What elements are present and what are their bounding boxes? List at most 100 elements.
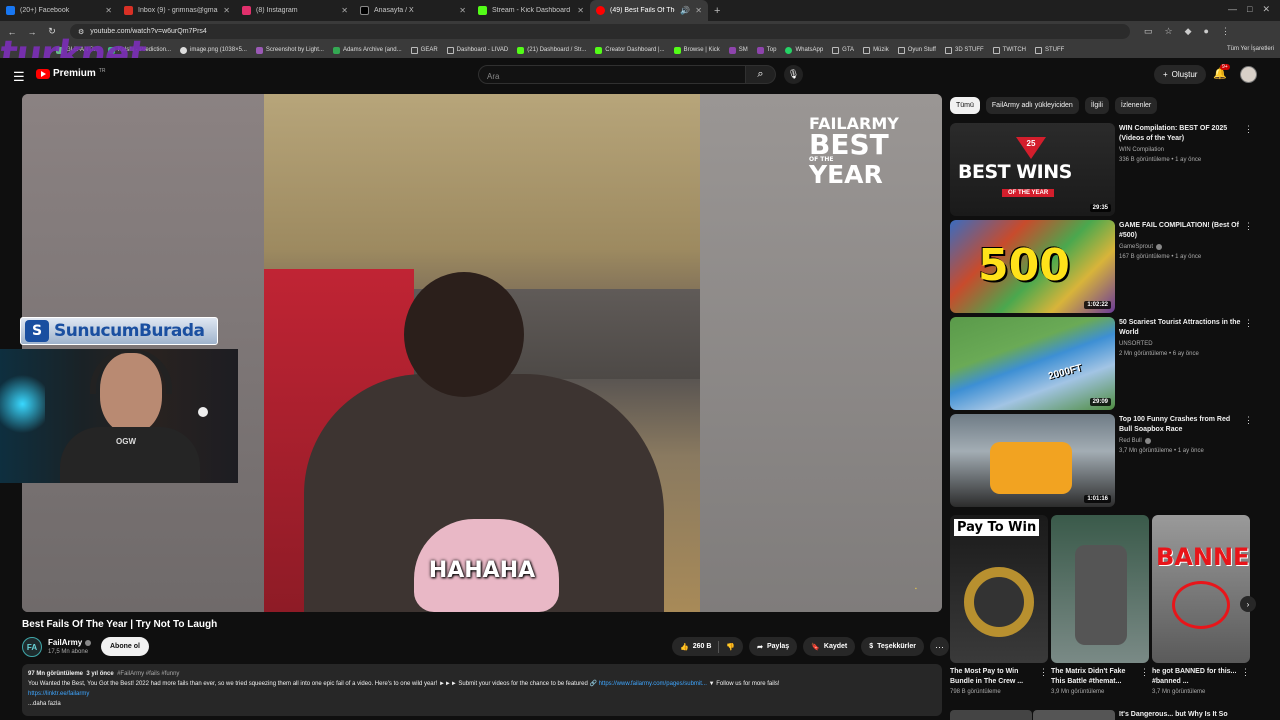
rec-channel[interactable]: Red Bull bbox=[1119, 438, 1151, 444]
share-button[interactable]: ➦ Paylaş bbox=[749, 637, 798, 656]
more-options-icon[interactable]: ⋮ bbox=[1140, 667, 1149, 678]
recommendation-item[interactable]: 1:01:16 Top 100 Funny Crashes from Red B… bbox=[950, 414, 1260, 508]
bookmark-item[interactable]: (21) Dashboard / Str... bbox=[517, 46, 586, 54]
bookmark-item[interactable]: Browse | Kick bbox=[673, 46, 720, 54]
next-rec-thumbnail[interactable] bbox=[950, 710, 1032, 720]
close-tab-icon[interactable]: ✕ bbox=[105, 6, 112, 15]
youtube-logo[interactable]: Premium TR bbox=[36, 68, 105, 79]
recommendation-item[interactable]: 500 1:02:22 GAME FAIL COMPILATION! (Best… bbox=[950, 220, 1260, 314]
short-info[interactable]: The Matrix Didn't Fake This Battle #them… bbox=[1051, 667, 1149, 695]
submit-link[interactable]: https://www.failarmy.com/pages/submit... bbox=[599, 681, 707, 687]
next-rec-thumbnail[interactable] bbox=[1033, 710, 1115, 720]
cast-icon[interactable]: ▭ bbox=[1144, 26, 1153, 37]
thanks-button[interactable]: $ Teşekkürler bbox=[861, 637, 924, 656]
rec-title[interactable]: WIN Compilation: BEST OF 2025 (Videos of… bbox=[1119, 124, 1241, 144]
voice-search-button[interactable]: 🎙 bbox=[784, 65, 803, 84]
short-thumbnail[interactable] bbox=[1051, 515, 1149, 663]
hashtags[interactable]: #FailArmy #fails #funny bbox=[117, 671, 179, 677]
bookmark-item[interactable]: WhatsApp bbox=[785, 46, 823, 54]
rec-channel[interactable]: UNSORTED bbox=[1119, 341, 1153, 347]
bookmark-item[interactable]: Adams Archive (and... bbox=[332, 46, 402, 54]
close-tab-icon[interactable]: ✕ bbox=[695, 6, 702, 15]
extension-icon[interactable]: ◆ bbox=[1185, 26, 1192, 37]
recommendation-item[interactable]: 25 BEST WINS OF THE YEAR 29:35 WIN Compi… bbox=[950, 123, 1260, 217]
rec-channel[interactable]: GameSprout bbox=[1119, 244, 1163, 250]
rec-title[interactable]: 50 Scariest Tourist Attractions in the W… bbox=[1119, 318, 1241, 338]
more-options-icon[interactable]: ⋮ bbox=[1241, 667, 1250, 678]
rec-title[interactable]: GAME FAIL COMPILATION! (Best Of #500) bbox=[1119, 221, 1241, 241]
browser-tab[interactable]: Stream - Kick Dashboard ✕ bbox=[472, 0, 590, 21]
more-options-icon[interactable]: ⋮ bbox=[1244, 318, 1253, 329]
recommendation-item[interactable]: 2000FT 29:09 50 Scariest Tourist Attract… bbox=[950, 317, 1260, 411]
bookmark-folder[interactable]: GTA bbox=[832, 46, 854, 54]
short-thumbnail[interactable]: Pay To Win bbox=[950, 515, 1048, 663]
create-button[interactable]: + Oluştur bbox=[1154, 65, 1207, 84]
close-tab-icon[interactable]: ✕ bbox=[223, 6, 230, 15]
bookmark-folder[interactable]: Müzik bbox=[863, 46, 889, 54]
bookmark-folder[interactable]: STUFF bbox=[1034, 46, 1064, 54]
more-options-icon[interactable]: ⋮ bbox=[1244, 415, 1253, 426]
all-bookmarks[interactable]: Tüm Yer İşaretleri bbox=[1227, 46, 1274, 52]
close-tab-icon[interactable]: ✕ bbox=[341, 6, 348, 15]
audio-icon[interactable]: 🔊 bbox=[680, 6, 690, 15]
bookmark-star-icon[interactable]: ☆ bbox=[1165, 26, 1173, 37]
browser-tab[interactable]: (20+) Facebook ✕ bbox=[0, 0, 118, 21]
short-info[interactable]: he got BANNED for this... #banned ... 3,… bbox=[1152, 667, 1250, 695]
browser-tab-active[interactable]: (49) Best Fails Of The Year 🔊 ✕ bbox=[590, 0, 708, 21]
chip-related[interactable]: İlgili bbox=[1084, 97, 1109, 114]
hamburger-menu-icon[interactable]: ☰ bbox=[13, 69, 25, 85]
chip-all[interactable]: Tümü bbox=[950, 97, 980, 114]
menu-icon[interactable]: ⋮ bbox=[1221, 26, 1230, 37]
search-input[interactable] bbox=[479, 68, 745, 85]
show-more-link[interactable]: ...daha fazla bbox=[28, 701, 61, 707]
description-box[interactable]: 97 Mn görüntüleme 3 yıl önce #FailArmy #… bbox=[22, 664, 942, 716]
save-button[interactable]: 🔖 Kaydet bbox=[803, 637, 856, 656]
browser-tab[interactable]: (8) Instagram ✕ bbox=[236, 0, 354, 21]
chip-from-uploader[interactable]: FailArmy adlı yükleyiciden bbox=[985, 97, 1079, 114]
search-button[interactable]: ⌕ bbox=[746, 65, 776, 84]
close-tab-icon[interactable]: ✕ bbox=[577, 6, 584, 15]
bookmark-item[interactable]: SM bbox=[728, 46, 748, 54]
short-title[interactable]: he got BANNED for this... #banned ... bbox=[1152, 667, 1240, 687]
channel-avatar[interactable]: FA bbox=[22, 637, 42, 657]
bookmark-folder[interactable]: Dashboard - LIVAD bbox=[446, 46, 508, 54]
shorts-next-arrow-icon[interactable]: › bbox=[1240, 596, 1256, 612]
linktree-link[interactable]: https://linktr.ee/failarmy bbox=[28, 691, 89, 697]
bookmark-item[interactable]: Top bbox=[756, 46, 776, 54]
more-options-icon[interactable]: ⋮ bbox=[1039, 667, 1048, 678]
video-thumbnail[interactable]: 25 BEST WINS OF THE YEAR 29:35 bbox=[950, 123, 1115, 216]
bookmark-item[interactable]: Creator Dashboard |... bbox=[595, 46, 665, 54]
more-options-icon[interactable]: ⋮ bbox=[1244, 221, 1253, 232]
dislike-icon[interactable]: 👎 bbox=[726, 643, 735, 651]
subscribe-button[interactable]: Abone ol bbox=[101, 637, 149, 656]
short-thumbnail[interactable]: BANNED bbox=[1152, 515, 1250, 663]
address-bar[interactable]: ⚙ youtube.com/watch?v=w6urQm7Prs4 bbox=[70, 24, 1130, 39]
minimize-icon[interactable]: — bbox=[1228, 4, 1237, 15]
short-title[interactable]: The Matrix Didn't Fake This Battle #them… bbox=[1051, 667, 1139, 687]
video-thumbnail[interactable]: 2000FT 29:09 bbox=[950, 317, 1115, 410]
more-options-icon[interactable]: ⋮ bbox=[1244, 124, 1253, 135]
browser-tab[interactable]: Anasayfa / X ✕ bbox=[354, 0, 472, 21]
next-rec-title[interactable]: It's Dangerous... but Why Is It So bbox=[1119, 711, 1228, 718]
video-thumbnail[interactable]: 500 1:02:22 bbox=[950, 220, 1115, 313]
like-count[interactable]: 260 B bbox=[693, 643, 712, 650]
account-avatar[interactable] bbox=[1240, 66, 1257, 83]
bookmark-folder[interactable]: 3D STUFF bbox=[944, 46, 984, 54]
rec-title[interactable]: Top 100 Funny Crashes from Red Bull Soap… bbox=[1119, 415, 1241, 435]
bookmark-folder[interactable]: Oyun Stuff bbox=[897, 46, 936, 54]
channel-name[interactable]: FailArmy bbox=[48, 638, 92, 647]
short-info[interactable]: The Most Pay to Win Bundle in The Crew .… bbox=[950, 667, 1048, 695]
bookmark-folder[interactable]: GEAR bbox=[410, 46, 438, 54]
video-thumbnail[interactable]: 1:01:16 bbox=[950, 414, 1115, 507]
rec-channel[interactable]: WIN Compilation bbox=[1119, 147, 1164, 153]
maximize-icon[interactable]: □ bbox=[1247, 4, 1252, 15]
more-actions-button[interactable]: ··· bbox=[929, 637, 949, 656]
bookmark-item[interactable]: Screenshot by Light... bbox=[255, 46, 324, 54]
browser-tab[interactable]: Inbox (9) - grimnas@gmail.com ✕ bbox=[118, 0, 236, 21]
chip-watched[interactable]: İzlenenler bbox=[1114, 97, 1158, 114]
profile-icon[interactable]: ● bbox=[1204, 26, 1209, 37]
bookmark-item[interactable]: image.png (1038×5... bbox=[180, 46, 247, 54]
like-icon[interactable]: 👍 bbox=[680, 643, 689, 651]
bookmark-folder[interactable]: TWITCH bbox=[992, 46, 1026, 54]
close-window-icon[interactable]: ✕ bbox=[1262, 4, 1270, 15]
